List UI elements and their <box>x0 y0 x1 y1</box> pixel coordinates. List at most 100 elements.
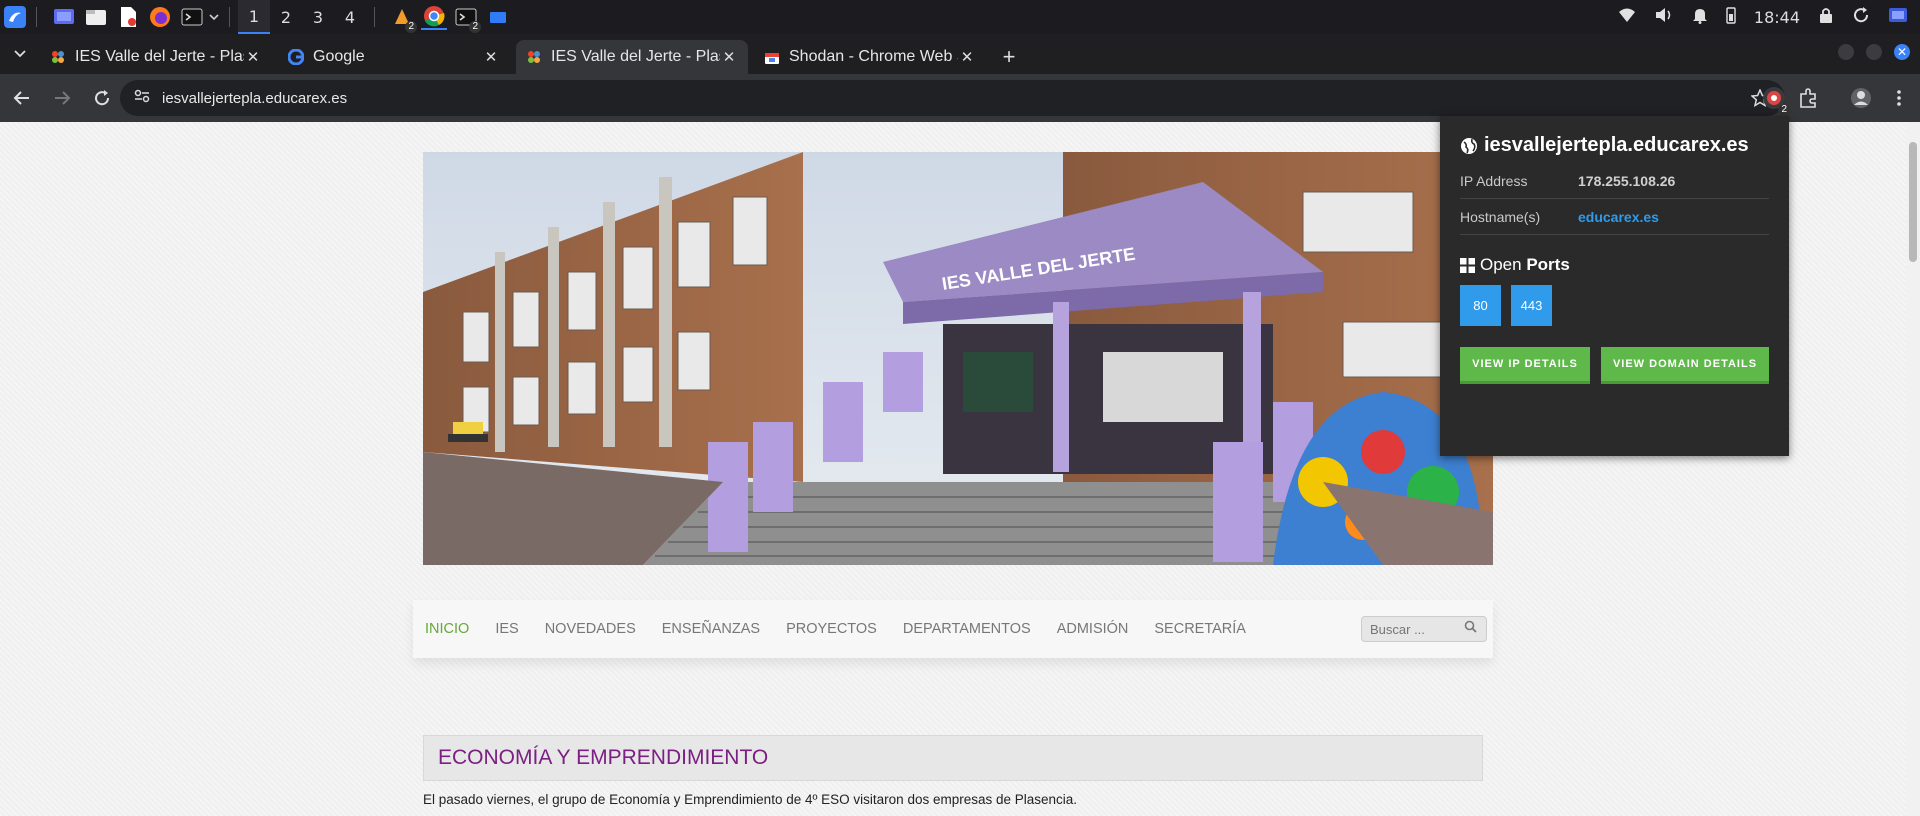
scrollbar-thumb[interactable] <box>1909 142 1917 262</box>
tab-google[interactable]: Google ✕ <box>278 40 510 74</box>
firefox-icon[interactable] <box>147 4 173 30</box>
close-window-button[interactable]: ✕ <box>1894 44 1910 60</box>
address-bar[interactable]: iesvallejertepla.educarex.es <box>120 80 1785 116</box>
close-icon[interactable]: ✕ <box>482 48 500 66</box>
joomla-icon <box>50 49 66 65</box>
hero-image: IES VALLE DEL JERTE <box>423 152 1493 565</box>
google-icon <box>288 49 304 65</box>
profile-avatar[interactable] <box>1844 74 1878 122</box>
terminal-2-icon[interactable]: 2 <box>453 4 481 33</box>
workspace-3[interactable]: 3 <box>302 0 334 34</box>
tab-ies-1[interactable]: IES Valle del Jerte - Plasencia ✕ <box>40 40 272 74</box>
forward-button[interactable] <box>44 80 80 116</box>
reload-button[interactable] <box>84 80 120 116</box>
nav-proyectos[interactable]: PROYECTOS <box>786 621 877 637</box>
new-tab-button[interactable]: + <box>992 40 1026 74</box>
taskbar-separator <box>229 7 230 27</box>
app-badge: 2 <box>469 21 481 33</box>
taskbar-separator <box>374 7 375 27</box>
refresh-icon[interactable] <box>1852 6 1870 28</box>
tab-ies-2[interactable]: IES Valle del Jerte - Plasencia ✕ <box>516 40 748 74</box>
popup-host: iesvallejertepla.educarex.es <box>1460 134 1769 157</box>
hostnames-link[interactable]: educarex.es <box>1578 209 1659 225</box>
battery-icon <box>1726 6 1736 28</box>
shodan-popup: iesvallejertepla.educarex.es IP Address … <box>1440 116 1789 456</box>
site-navigation: INICIO IES NOVEDADES ENSEÑANZAS PROYECTO… <box>413 600 1493 658</box>
system-tray: 18:44 <box>1618 0 1920 34</box>
workspace-2[interactable]: 2 <box>270 0 302 34</box>
ip-label: IP Address <box>1460 172 1528 189</box>
article-intro: El pasado viernes, el grupo de Economía … <box>423 792 1078 807</box>
ports-title-ports: Ports <box>1526 255 1570 274</box>
clock[interactable]: 18:44 <box>1754 8 1800 27</box>
article-header: ECONOMÍA Y EMPRENDIMIENTO <box>423 735 1483 781</box>
popup-actions: VIEW IP DETAILS VIEW DOMAIN DETAILS <box>1460 347 1769 384</box>
nav-admision[interactable]: ADMISIÓN <box>1057 621 1129 637</box>
browser-tab-strip: IES Valle del Jerte - Plasencia ✕ Google… <box>0 34 1920 74</box>
power-icon[interactable] <box>1888 6 1908 28</box>
desktop-icon[interactable] <box>51 4 77 30</box>
nav-departamentos[interactable]: DEPARTAMENTOS <box>903 621 1031 637</box>
url-text[interactable]: iesvallejertepla.educarex.es <box>162 90 347 107</box>
workspace-1[interactable]: 1 <box>238 0 270 34</box>
nav-inicio[interactable]: INICIO <box>425 621 469 637</box>
webstore-icon <box>764 49 780 65</box>
extension-badge: 2 <box>1778 104 1790 116</box>
lock-icon[interactable] <box>1818 6 1834 28</box>
files-icon[interactable] <box>83 4 109 30</box>
menu-kebab-icon[interactable] <box>1884 74 1914 122</box>
wifi-icon[interactable] <box>1618 7 1636 27</box>
ports-heading: Open Ports <box>1460 255 1769 275</box>
close-icon[interactable]: ✕ <box>958 48 976 66</box>
app-badge: 2 <box>405 21 417 33</box>
tab-title: Google <box>313 48 365 65</box>
grid-icon <box>1460 257 1475 273</box>
view-ip-details-button[interactable]: VIEW IP DETAILS <box>1460 347 1590 384</box>
port-badge[interactable]: 443 <box>1511 285 1552 326</box>
ip-value: 178.255.108.26 <box>1578 172 1676 189</box>
nav-secretaria[interactable]: SECRETARÍA <box>1154 621 1246 637</box>
port-badge[interactable]: 80 <box>1460 285 1501 326</box>
workspace-4[interactable]: 4 <box>334 0 366 34</box>
search-icon[interactable] <box>1464 620 1477 638</box>
back-button[interactable] <box>4 80 40 116</box>
hostnames-row: Hostname(s) educarex.es <box>1460 199 1769 235</box>
tab-title: IES Valle del Jerte - Plasencia <box>75 48 244 65</box>
taskbar-separator <box>36 7 37 27</box>
hostnames-label: Hostname(s) <box>1460 208 1541 225</box>
chevron-down-icon[interactable] <box>207 4 221 30</box>
document-icon[interactable] <box>115 4 141 30</box>
site-search <box>1361 616 1487 642</box>
close-icon[interactable]: ✕ <box>720 48 738 66</box>
chrome-icon[interactable] <box>421 4 447 30</box>
popup-hostname: iesvallejertepla.educarex.es <box>1484 134 1749 156</box>
view-domain-details-button[interactable]: VIEW DOMAIN DETAILS <box>1601 347 1769 384</box>
bell-icon[interactable] <box>1692 6 1708 28</box>
search-input[interactable] <box>1370 621 1460 637</box>
folder-icon[interactable] <box>485 4 511 30</box>
close-icon[interactable]: ✕ <box>244 48 262 66</box>
browser-toolbar: iesvallejertepla.educarex.es 2 <box>0 74 1920 122</box>
volume-icon[interactable] <box>1654 7 1674 27</box>
shodan-extension-button[interactable]: 2 <box>1756 74 1792 122</box>
terminal-icon[interactable] <box>179 4 205 30</box>
tab-title: IES Valle del Jerte - Plasencia <box>551 48 720 65</box>
tab-shodan-webstore[interactable]: Shodan - Chrome Web Store ✕ <box>754 40 986 74</box>
nav-ies[interactable]: IES <box>495 621 518 637</box>
joomla-icon <box>526 49 542 65</box>
burp-icon[interactable]: 2 <box>389 4 417 33</box>
article-title[interactable]: ECONOMÍA Y EMPRENDIMIENTO <box>438 746 768 770</box>
site-settings-icon[interactable] <box>134 89 150 108</box>
nav-novedades[interactable]: NOVEDADES <box>545 621 636 637</box>
nav-ensenanzas[interactable]: ENSEÑANZAS <box>662 621 760 637</box>
page-scrollbar[interactable] <box>1906 122 1920 816</box>
maximize-button[interactable] <box>1866 44 1882 60</box>
ip-row: IP Address 178.255.108.26 <box>1460 163 1769 199</box>
os-taskbar: 1 2 3 4 2 2 18:44 <box>0 0 1920 34</box>
minimize-button[interactable] <box>1838 44 1854 60</box>
window-controls: ✕ <box>1838 44 1910 60</box>
ports-title-open: Open <box>1480 255 1522 274</box>
tab-search-button[interactable] <box>0 34 40 74</box>
kde-menu-icon[interactable] <box>2 4 28 30</box>
extensions-icon[interactable] <box>1792 74 1824 122</box>
